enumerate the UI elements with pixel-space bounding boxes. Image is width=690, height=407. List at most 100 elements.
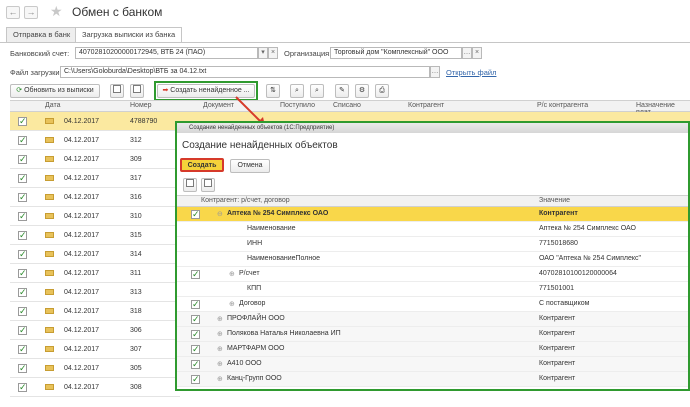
table-row[interactable]: ✓ 04.12.2017 307 — [10, 340, 180, 359]
print-icon[interactable]: ⎙ — [375, 84, 389, 98]
row-checkbox[interactable]: ✓ — [18, 269, 27, 278]
search-next-icon[interactable]: ⌕ — [310, 84, 324, 98]
table-row[interactable]: ✓ 04.12.2017 311 — [10, 264, 180, 283]
forward-button[interactable]: → — [24, 6, 38, 19]
clear-icon[interactable]: × — [268, 47, 278, 59]
dialog-tree-row[interactable]: ✓ ⊖ Аптека № 254 Симплекс ОАО Контрагент — [177, 207, 688, 222]
dialog-tree-row[interactable]: НаименованиеПолное ОАО "Аптека № 254 Симп… — [177, 252, 688, 267]
dialog-tree-row[interactable]: ИНН 7715018680 — [177, 237, 688, 252]
col-document[interactable]: Документ — [203, 102, 234, 109]
document-folder-icon — [45, 346, 54, 352]
col-value[interactable]: Значение — [539, 197, 570, 204]
row-checkbox[interactable]: ✓ — [18, 193, 27, 202]
col-debited[interactable]: Списано — [333, 102, 361, 109]
expand-icon[interactable]: ⊕ — [217, 330, 223, 338]
row-date: 04.12.2017 — [64, 365, 100, 372]
create-button[interactable]: Создать — [180, 158, 224, 172]
table-row[interactable]: ✓ 04.12.2017 312 — [10, 131, 180, 150]
dialog-row-checkbox[interactable]: ✓ — [191, 210, 200, 219]
document-folder-icon — [45, 327, 54, 333]
dialog-check-all-icon[interactable] — [183, 178, 197, 192]
table-row[interactable]: ✓ 04.12.2017 318 — [10, 302, 180, 321]
table-row[interactable]: ✓ 04.12.2017 308 — [10, 378, 180, 397]
table-row[interactable]: ✓ 04.12.2017 310 — [10, 207, 180, 226]
row-checkbox[interactable]: ✓ — [18, 250, 27, 259]
edit-icon[interactable]: ✎ — [335, 84, 349, 98]
tab-load-statement[interactable]: Загрузка выписки из банка — [75, 27, 183, 43]
row-checkbox[interactable]: ✓ — [18, 345, 27, 354]
expand-icon[interactable]: ⊕ — [229, 270, 235, 278]
browse-file-icon[interactable]: … — [430, 66, 440, 78]
col-date[interactable]: Дата — [45, 102, 61, 109]
dialog-row-checkbox[interactable]: ✓ — [191, 375, 200, 384]
search-icon[interactable]: ⌕ — [290, 84, 304, 98]
row-checkbox[interactable]: ✓ — [18, 364, 27, 373]
dialog-tree-row[interactable]: ✓ ⊕ ПРОФЛАЙН ООО Контрагент — [177, 312, 688, 327]
col-received[interactable]: Поступило — [280, 102, 315, 109]
row-checkbox[interactable]: ✓ — [18, 231, 27, 240]
dialog-row-checkbox[interactable]: ✓ — [191, 315, 200, 324]
dialog-tree-row[interactable]: ✓ ⊕ Полякова Наталья Николаевна ИП Контраге… — [177, 327, 688, 342]
dialog-tree-row[interactable]: ✓ ⊕ МАРТФАРМ ООО Контрагент — [177, 342, 688, 357]
row-checkbox[interactable]: ✓ — [18, 307, 27, 316]
settings-icon[interactable]: ⚙ — [355, 84, 369, 98]
table-row[interactable]: ✓ 04.12.2017 316 — [10, 188, 180, 207]
tab-send-to-bank[interactable]: Отправка в банк — [6, 27, 78, 42]
table-row[interactable]: ✓ 04.12.2017 317 — [10, 169, 180, 188]
refresh-from-statement-button[interactable]: ⟳ Обновить из выписки — [10, 84, 100, 98]
dialog-row-label: Наименование — [247, 225, 296, 232]
dialog-row-checkbox[interactable]: ✓ — [191, 360, 200, 369]
expand-icon[interactable]: ⊕ — [229, 300, 235, 308]
back-button[interactable]: ← — [6, 6, 20, 19]
collapse-icon[interactable]: ⊖ — [217, 210, 223, 218]
table-row[interactable]: ✓ 04.12.2017 309 — [10, 150, 180, 169]
expand-icon[interactable]: ⊕ — [217, 315, 223, 323]
table-row[interactable]: ✓ 04.12.2017 313 — [10, 283, 180, 302]
dialog-row-checkbox[interactable]: ✓ — [191, 330, 200, 339]
row-checkbox[interactable]: ✓ — [18, 212, 27, 221]
org-choose-icon[interactable]: … — [462, 47, 472, 59]
favorite-star-icon[interactable]: ★ — [50, 3, 63, 20]
table-row[interactable]: ✓ 04.12.2017 315 — [10, 226, 180, 245]
open-file-link[interactable]: Открыть файл — [446, 68, 496, 77]
col-counterparty-account-contract[interactable]: Контрагент: р/счет, договор — [201, 197, 290, 204]
cancel-button[interactable]: Отмена — [230, 159, 270, 173]
row-checkbox[interactable]: ✓ — [18, 136, 27, 145]
dialog-tree-row[interactable]: ✓ ⊕ А410 ООО Контрагент — [177, 357, 688, 372]
dialog-tree-row[interactable]: КПП 771501001 — [177, 282, 688, 297]
dialog-tree-row[interactable]: ✓ ⊕ Р/счет 40702810100120000064 — [177, 267, 688, 282]
dropdown-icon[interactable]: ▾ — [258, 47, 268, 59]
dialog-tree-row[interactable]: ✓ ⊕ Канц-Групп ООО Контрагент — [177, 372, 688, 387]
col-counterparty-account[interactable]: Р/с контрагента — [537, 102, 588, 109]
row-checkbox[interactable]: ✓ — [18, 383, 27, 392]
table-row[interactable]: ✓ 04.12.2017 306 — [10, 321, 180, 340]
uncheck-all-icon[interactable] — [130, 84, 144, 98]
expand-icon[interactable]: ⊕ — [217, 360, 223, 368]
table-row[interactable]: ✓ 04.12.2017 314 — [10, 245, 180, 264]
expand-icon[interactable]: ⊕ — [217, 345, 223, 353]
row-checkbox[interactable]: ✓ — [18, 174, 27, 183]
row-checkbox[interactable]: ✓ — [18, 326, 27, 335]
check-all-icon[interactable] — [110, 84, 124, 98]
dialog-row-value: Контрагент — [539, 345, 576, 352]
dialog-row-checkbox[interactable]: ✓ — [191, 270, 200, 279]
file-path-field[interactable]: C:\Users\Goloburda\Desktop\ВТБ за 04.12.… — [60, 66, 430, 78]
dialog-row-checkbox[interactable]: ✓ — [191, 300, 200, 309]
dialog-tree-row[interactable]: ✓ ⊕ Договор С поставщиком — [177, 297, 688, 312]
org-clear-icon[interactable]: × — [472, 47, 482, 59]
table-row[interactable]: ✓ 04.12.2017 305 — [10, 359, 180, 378]
row-number: 306 — [130, 327, 142, 334]
dialog-table-header: Контрагент: р/счет, договор Значение — [177, 195, 688, 207]
row-checkbox[interactable]: ✓ — [18, 288, 27, 297]
dialog-row-checkbox[interactable]: ✓ — [191, 345, 200, 354]
dialog-uncheck-all-icon[interactable] — [201, 178, 215, 192]
expand-icon[interactable]: ⊕ — [217, 375, 223, 383]
row-checkbox[interactable]: ✓ — [18, 155, 27, 164]
col-number[interactable]: Номер — [130, 102, 152, 109]
row-checkbox[interactable]: ✓ — [18, 117, 27, 126]
col-counterparty[interactable]: Контрагент — [408, 102, 444, 109]
org-field[interactable]: Торговый дом "Комплексный" ООО — [330, 47, 462, 59]
bank-account-field[interactable]: 40702810200000172945, ВТБ 24 (ПАО) — [75, 47, 258, 59]
dialog-tree-row[interactable]: Наименование Аптека № 254 Симплекс ОАО — [177, 222, 688, 237]
row-date: 04.12.2017 — [64, 270, 100, 277]
